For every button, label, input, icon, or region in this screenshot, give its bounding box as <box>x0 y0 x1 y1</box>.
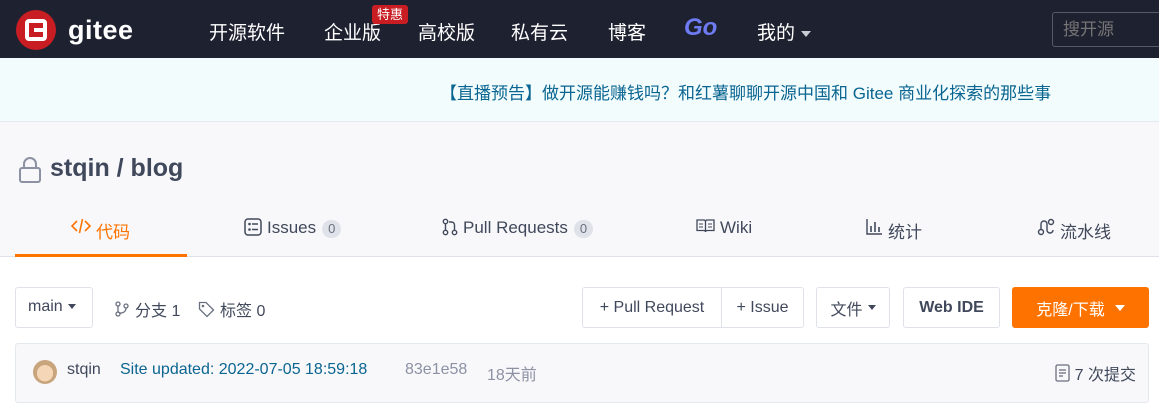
chevron-down-icon <box>67 304 76 310</box>
commit-hash[interactable]: 83e1e58 <box>405 361 467 379</box>
tab-issues-label: Issues <box>267 218 317 237</box>
new-pull-request-button[interactable]: + Pull Request <box>582 287 722 328</box>
commit-author[interactable]: stqin <box>67 361 101 379</box>
tab-code-label: 代码 <box>96 223 130 242</box>
brand-name: gitee <box>68 14 134 45</box>
chevron-down-icon <box>1114 304 1125 311</box>
nav-university[interactable]: 高校版 <box>418 18 475 45</box>
gitee-go-logo[interactable]: Go <box>684 14 717 42</box>
avatar[interactable] <box>33 360 57 384</box>
nav-private-cloud[interactable]: 私有云 <box>511 18 568 45</box>
file-dropdown-button[interactable]: 文件 <box>816 287 890 328</box>
latest-commit-bar: stqin Site updated: 2022-07-05 18:59:18 … <box>15 343 1149 403</box>
branches-count: 分支 1 <box>135 303 181 320</box>
tab-stats[interactable]: 统计 <box>866 206 922 256</box>
tab-pull-requests[interactable]: Pull Requests 0 <box>442 206 594 256</box>
nav-blog[interactable]: 博客 <box>608 18 646 45</box>
branch-select-label: main <box>28 298 63 315</box>
web-ide-button[interactable]: Web IDE <box>903 287 1000 328</box>
gitee-logo[interactable]: gitee <box>16 10 134 50</box>
repo-header: stqin / blog 代码 Issues 0 Pull Requests 0 <box>0 122 1159 257</box>
code-icon <box>71 218 91 234</box>
issues-count-badge: 0 <box>322 220 342 238</box>
clone-button-label: 克隆/下载 <box>1036 301 1105 319</box>
wiki-icon <box>696 219 715 233</box>
chevron-down-icon <box>801 30 812 37</box>
pull-requests-count-badge: 0 <box>573 220 594 238</box>
tab-stats-label: 统计 <box>888 223 922 242</box>
commit-count: 7 次提交 <box>1074 367 1136 384</box>
tab-code[interactable]: 代码 <box>71 206 130 256</box>
lock-icon <box>19 157 41 183</box>
branch-select[interactable]: main <box>15 287 93 328</box>
commit-time: 18天前 <box>487 367 537 384</box>
tab-pipeline-label: 流水线 <box>1060 223 1111 242</box>
pipeline-icon <box>1037 218 1055 236</box>
tab-wiki-label: Wiki <box>720 218 753 237</box>
repo-title[interactable]: stqin / blog <box>50 154 183 183</box>
announcement-link[interactable]: 【直播预告】做开源能赚钱吗？和红薯聊聊开源中国和 Gitee 商业化探索的那些事 <box>440 79 1051 104</box>
commits-link[interactable]: 7 次提交 <box>1054 361 1136 385</box>
tab-pipeline[interactable]: 流水线 <box>1037 206 1111 256</box>
chevron-down-icon <box>867 305 876 310</box>
tags-count: 标签 0 <box>220 303 266 320</box>
stats-icon <box>866 219 882 235</box>
branches-link[interactable]: 分支 1 <box>114 297 180 321</box>
clone-download-button[interactable]: 克隆/下载 <box>1012 287 1149 328</box>
search-input[interactable] <box>1052 12 1159 47</box>
tab-pull-requests-label: Pull Requests <box>463 218 568 237</box>
nav-mine-dropdown[interactable]: 我的 <box>757 18 812 45</box>
gitee-logo-icon <box>16 10 56 50</box>
tags-link[interactable]: 标签 0 <box>198 297 265 321</box>
tab-wiki[interactable]: Wiki <box>696 206 752 256</box>
tag-icon <box>198 301 215 317</box>
commit-message[interactable]: Site updated: 2022-07-05 18:59:18 <box>120 361 367 379</box>
new-issue-button[interactable]: + Issue <box>721 287 804 328</box>
pull-request-icon <box>442 218 458 236</box>
top-navbar: gitee 开源软件 企业版 特惠 高校版 私有云 博客 Go 我的 <box>0 0 1159 58</box>
nav-mine-label: 我的 <box>757 23 796 44</box>
issues-icon <box>244 218 262 236</box>
nav-open-source[interactable]: 开源软件 <box>209 18 285 45</box>
tab-issues[interactable]: Issues 0 <box>244 206 342 256</box>
file-button-label: 文件 <box>830 301 863 319</box>
special-offer-badge: 特惠 <box>372 5 409 24</box>
active-tab-indicator <box>15 254 187 257</box>
commit-history-icon <box>1054 364 1070 382</box>
announcement-bar: 【直播预告】做开源能赚钱吗？和红薯聊聊开源中国和 Gitee 商业化探索的那些事 <box>0 58 1159 122</box>
branch-icon <box>115 301 129 317</box>
